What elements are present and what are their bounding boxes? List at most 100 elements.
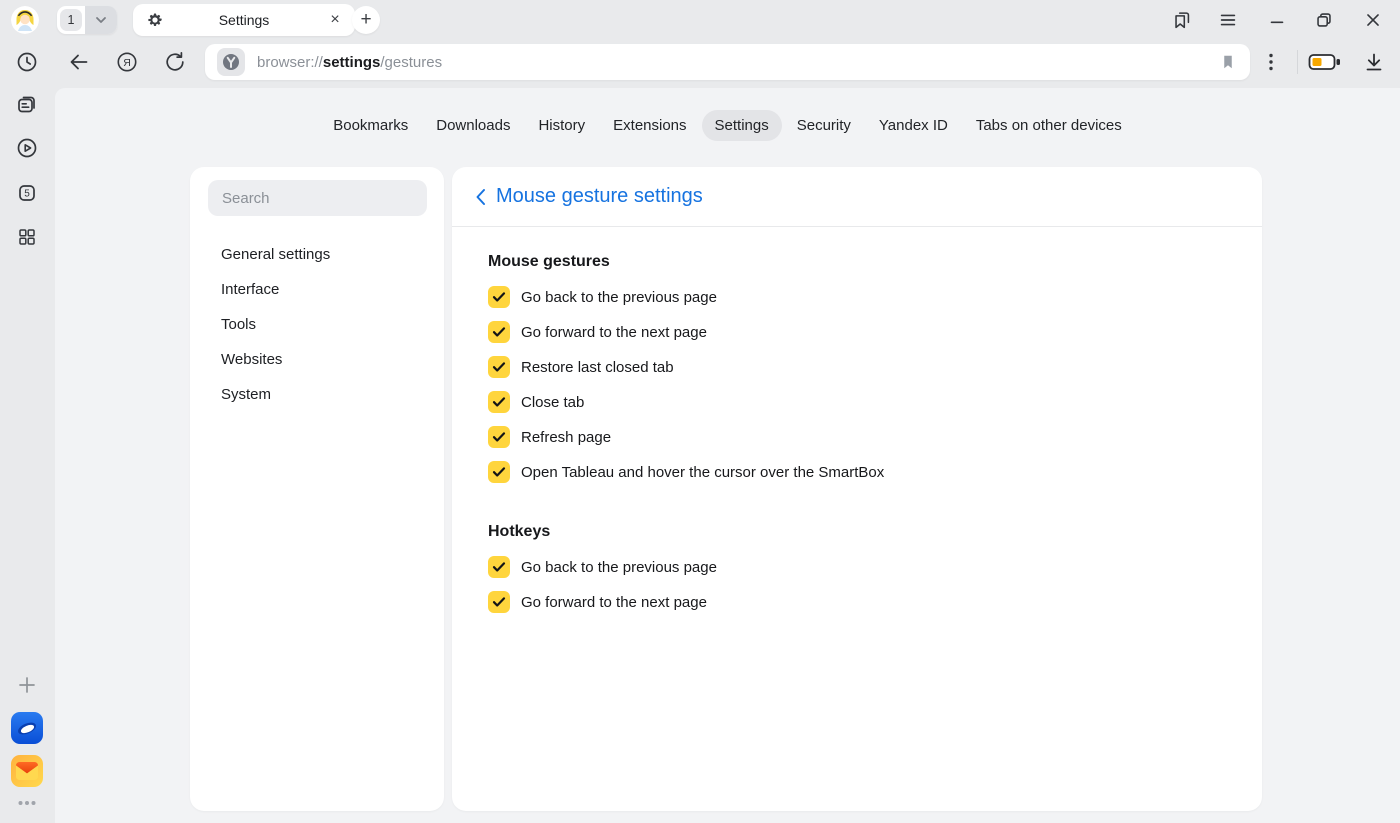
chevron-down-icon[interactable] — [85, 6, 117, 34]
checkbox-row[interactable]: Go forward to the next page — [488, 591, 1226, 613]
plus-icon — [15, 673, 39, 697]
address-bar[interactable]: browser://settings/gestures — [205, 44, 1250, 80]
battery-saver-button[interactable] — [1307, 52, 1343, 72]
checkmark-icon — [492, 431, 506, 443]
checkbox-checked[interactable] — [488, 391, 510, 413]
tab-counter-button[interactable]: 5 — [15, 181, 39, 205]
search-input[interactable] — [208, 180, 427, 216]
site-badge[interactable] — [217, 48, 245, 76]
checkmark-icon — [492, 326, 506, 338]
nav-tab-bookmarks[interactable]: Bookmarks — [320, 110, 421, 141]
checkbox-checked[interactable] — [488, 356, 510, 378]
checkbox-label: Restore last closed tab — [521, 359, 674, 376]
checkmark-icon — [492, 396, 506, 408]
checkmark-icon — [492, 561, 506, 573]
yandex-mail-icon — [11, 755, 43, 787]
browser-tab-settings[interactable]: Settings × — [133, 4, 355, 36]
checkbox-checked[interactable] — [488, 461, 510, 483]
gesture-settings-panel: Mouse gesture settings Mouse gestures Go… — [452, 167, 1262, 811]
url-text: browser://settings/gestures — [257, 54, 442, 71]
yandex-disk-icon — [11, 712, 43, 744]
window-restore-button[interactable] — [1312, 8, 1336, 32]
yandex-mail-app-button[interactable] — [11, 755, 43, 787]
feed-button[interactable] — [15, 93, 39, 117]
browser-menu-button[interactable] — [1216, 8, 1240, 32]
checkbox-row[interactable]: Go back to the previous page — [488, 286, 1226, 308]
history-button[interactable] — [15, 50, 39, 74]
apps-grid-icon — [15, 225, 39, 249]
checkbox-row[interactable]: Close tab — [488, 391, 1226, 413]
checkbox-checked[interactable] — [488, 321, 510, 343]
window-close-button[interactable] — [1361, 8, 1385, 32]
checkmark-icon — [492, 291, 506, 303]
checkbox-checked[interactable] — [488, 426, 510, 448]
back-button[interactable] — [67, 50, 91, 74]
nav-tab-tabs-on-other-devices[interactable]: Tabs on other devices — [963, 110, 1135, 141]
nav-tab-yandex-id[interactable]: Yandex ID — [866, 110, 961, 141]
checkbox-label: Refresh page — [521, 429, 611, 446]
nav-tab-history[interactable]: History — [525, 110, 598, 141]
checkmark-icon — [492, 596, 506, 608]
yandex-disk-app-button[interactable] — [11, 712, 43, 744]
nav-tab-downloads[interactable]: Downloads — [423, 110, 523, 141]
svg-text:Я: Я — [123, 57, 131, 69]
nav-tab-extensions[interactable]: Extensions — [600, 110, 699, 141]
yandex-home-button[interactable]: Я — [115, 50, 139, 74]
ellipsis-icon — [15, 791, 39, 815]
settings-nav-websites[interactable]: Websites — [190, 342, 444, 377]
tab-group-chip[interactable]: 1 — [57, 6, 117, 34]
checkbox-label: Go forward to the next page — [521, 594, 707, 611]
profile-avatar[interactable] — [11, 6, 39, 34]
section-rows: Go back to the previous page Go forward … — [488, 556, 1226, 613]
chevron-left-icon — [475, 188, 486, 206]
hamburger-icon — [1217, 9, 1239, 31]
more-panels-button[interactable] — [15, 791, 39, 815]
minimize-icon — [1266, 9, 1288, 31]
settings-top-nav: BookmarksDownloadsHistoryExtensionsSetti… — [55, 110, 1400, 141]
settings-page: BookmarksDownloadsHistoryExtensionsSetti… — [55, 88, 1400, 823]
checkmark-icon — [492, 466, 506, 478]
settings-nav-tools[interactable]: Tools — [190, 307, 444, 342]
bookmarks-panel-button[interactable] — [1170, 8, 1194, 32]
new-tab-button[interactable]: + — [352, 6, 380, 34]
tab-close-icon[interactable]: × — [325, 10, 345, 30]
news-feed-icon — [15, 93, 39, 117]
close-icon — [1362, 9, 1384, 31]
checkbox-label: Close tab — [521, 394, 584, 411]
page-title[interactable]: Mouse gesture settings — [496, 185, 703, 208]
add-panel-button[interactable] — [15, 673, 39, 697]
back-arrow-icon — [67, 50, 91, 74]
settings-section: Mouse gestures Go back to the previous p… — [488, 253, 1226, 483]
reload-button[interactable] — [163, 50, 187, 74]
checkbox-checked[interactable] — [488, 556, 510, 578]
checkbox-row[interactable]: Go back to the previous page — [488, 556, 1226, 578]
download-icon — [1362, 50, 1386, 74]
checkbox-row[interactable]: Open Tableau and hover the cursor over t… — [488, 461, 1226, 483]
settings-nav-general-settings[interactable]: General settings — [190, 237, 444, 272]
browser-window: 1 Settings × + — [0, 0, 1400, 823]
downloads-button[interactable] — [1362, 50, 1386, 74]
nav-tab-security[interactable]: Security — [784, 110, 864, 141]
settings-nav-list: General settingsInterfaceToolsWebsitesSy… — [190, 237, 444, 412]
gear-icon — [147, 12, 163, 28]
window-minimize-button[interactable] — [1265, 8, 1289, 32]
checkbox-row[interactable]: Restore last closed tab — [488, 356, 1226, 378]
section-rows: Go back to the previous page Go forward … — [488, 286, 1226, 483]
checkbox-row[interactable]: Go forward to the next page — [488, 321, 1226, 343]
yandex-browser-logo-icon — [222, 53, 240, 71]
settings-nav-interface[interactable]: Interface — [190, 272, 444, 307]
back-to-settings-button[interactable] — [469, 186, 491, 208]
section-heading: Mouse gestures — [488, 253, 1226, 271]
battery-icon — [1308, 52, 1342, 72]
checkbox-row[interactable]: Refresh page — [488, 426, 1226, 448]
tab-title: Settings — [163, 12, 325, 28]
page-actions-menu-button[interactable] — [1259, 50, 1283, 74]
bookmark-this-page-button[interactable] — [1218, 52, 1238, 72]
checkbox-checked[interactable] — [488, 591, 510, 613]
video-button[interactable] — [15, 136, 39, 160]
checkmark-icon — [492, 361, 506, 373]
checkbox-checked[interactable] — [488, 286, 510, 308]
services-button[interactable] — [15, 225, 39, 249]
nav-tab-settings[interactable]: Settings — [702, 110, 782, 141]
settings-nav-system[interactable]: System — [190, 377, 444, 412]
